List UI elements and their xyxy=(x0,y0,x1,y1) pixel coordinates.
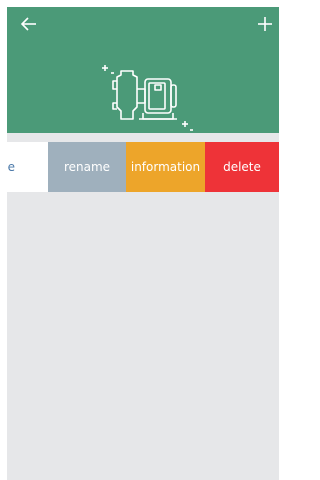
arrow-left-icon xyxy=(20,17,36,31)
information-button[interactable]: information xyxy=(126,142,205,192)
plus-icon xyxy=(258,17,272,31)
pump-icon xyxy=(102,65,193,131)
add-button[interactable] xyxy=(253,13,277,37)
rename-button[interactable]: rename xyxy=(48,142,126,192)
pump-illustration xyxy=(99,59,197,135)
back-button[interactable] xyxy=(18,13,42,37)
row-name[interactable]: ne xyxy=(7,142,48,192)
delete-button[interactable]: delete xyxy=(205,142,279,192)
header xyxy=(7,7,279,133)
list-item: ne rename information delete xyxy=(7,142,279,192)
app-screen: ne rename information delete xyxy=(7,7,279,480)
header-spacer xyxy=(7,133,279,142)
row-name-label: ne xyxy=(7,160,15,174)
